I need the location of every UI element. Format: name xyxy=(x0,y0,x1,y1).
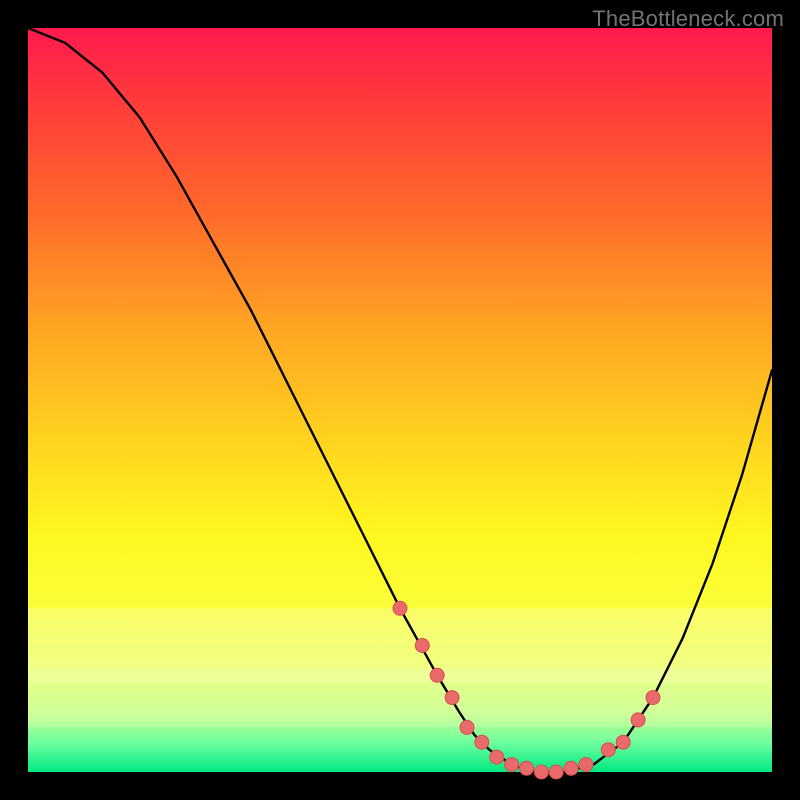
curve-marker xyxy=(415,639,429,653)
curve-marker xyxy=(601,743,615,757)
curve-marker xyxy=(430,668,444,682)
curve-marker xyxy=(490,750,504,764)
curve-marker xyxy=(549,765,563,779)
watermark-text: TheBottleneck.com xyxy=(592,6,784,32)
curve-marker xyxy=(475,735,489,749)
plot-area xyxy=(28,28,772,772)
curve-marker xyxy=(631,713,645,727)
curve-marker xyxy=(646,691,660,705)
curve-marker xyxy=(505,758,519,772)
curve-layer xyxy=(28,28,772,772)
curve-marker xyxy=(616,735,630,749)
curve-marker xyxy=(564,761,578,775)
curve-marker xyxy=(520,761,534,775)
curve-marker xyxy=(460,720,474,734)
curve-marker xyxy=(445,691,459,705)
curve-marker xyxy=(534,765,548,779)
bottleneck-curve xyxy=(28,28,772,772)
chart-frame: TheBottleneck.com xyxy=(0,0,800,800)
curve-marker xyxy=(393,601,407,615)
curve-marker xyxy=(579,758,593,772)
curve-markers xyxy=(393,601,660,779)
